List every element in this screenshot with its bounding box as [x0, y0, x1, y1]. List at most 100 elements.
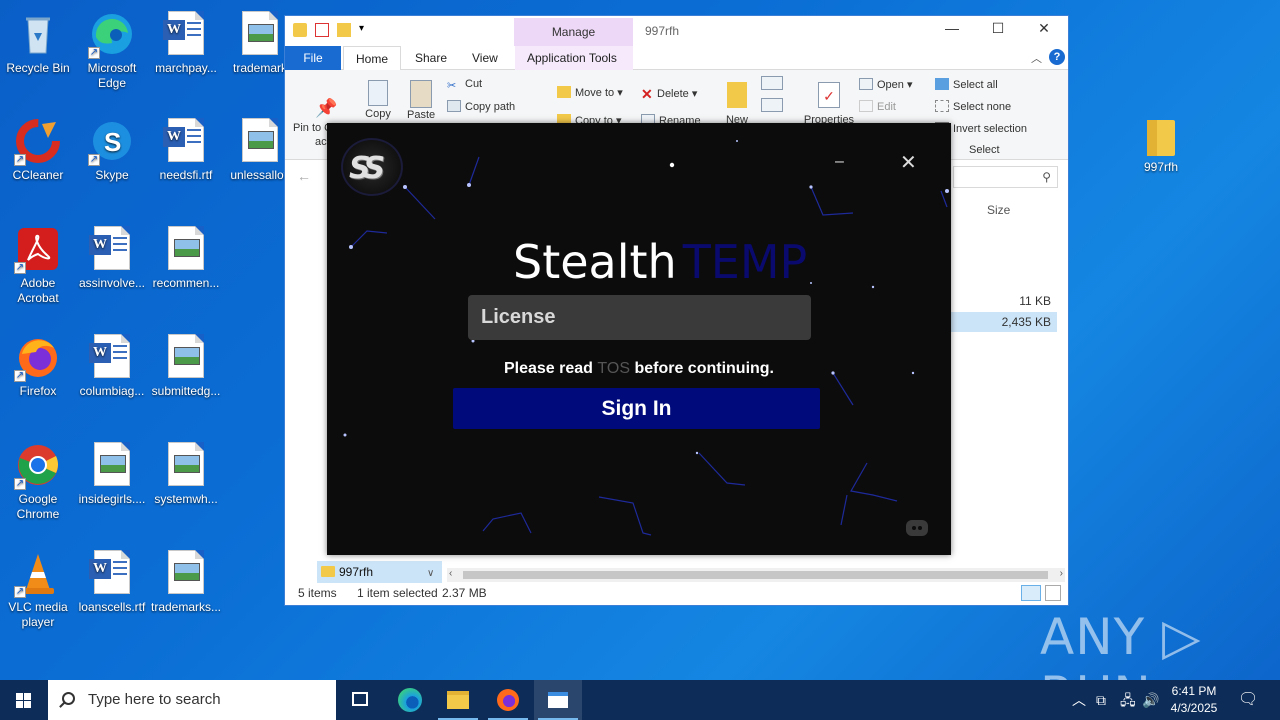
desktop-icon-columbiag[interactable]: W columbiag...: [74, 328, 150, 399]
desktop-icon-assinvolve[interactable]: W assinvolve...: [74, 220, 150, 291]
scroll-left-icon[interactable]: ‹: [449, 568, 452, 579]
copy-path-button[interactable]: Copy path: [447, 100, 515, 113]
column-header-size[interactable]: Size: [987, 203, 1010, 217]
windows-start-button[interactable]: [0, 680, 48, 720]
new-folder-button[interactable]: New: [725, 82, 749, 126]
taskbar-clock[interactable]: 6:41 PM 4/3/2025: [1166, 683, 1222, 717]
details-view-icon[interactable]: [1021, 585, 1041, 601]
move-to-button[interactable]: Move to ▾: [557, 86, 623, 99]
desktop-icon-submittedg[interactable]: submittedg...: [148, 328, 224, 399]
dialog-minimize-button[interactable]: –: [835, 153, 844, 171]
window-title: 997rfh: [645, 24, 680, 38]
license-input[interactable]: License: [468, 295, 811, 340]
copy-path-label: Copy path: [465, 101, 516, 113]
copy-icon: [368, 80, 388, 106]
svg-text:S: S: [104, 127, 121, 157]
show-hidden-icons[interactable]: ︿: [1072, 680, 1086, 720]
desktop-icon-ccleaner[interactable]: ↗ CCleaner: [0, 112, 76, 183]
network-icon[interactable]: 🖧: [1120, 680, 1136, 720]
recycle-bin-icon: [16, 11, 60, 57]
logo-text: SS: [349, 151, 385, 186]
new-item-icon[interactable]: [761, 76, 783, 90]
task-view-button[interactable]: [336, 680, 384, 720]
tab-share[interactable]: Share: [403, 46, 459, 70]
desktop-icon-microsoft-edge[interactable]: ↗ Microsoft Edge: [74, 5, 150, 91]
desktop-icon-insidegirls[interactable]: insidegirls....: [74, 436, 150, 507]
select-all-label: Select all: [953, 79, 998, 91]
desktop-icon-997rfh-folder[interactable]: 997rfh: [1123, 112, 1199, 175]
desktop-icon-firefox[interactable]: ↗ Firefox: [0, 328, 76, 399]
folder-icon[interactable]: [293, 23, 307, 37]
properties-button[interactable]: ✓ Properties: [801, 82, 857, 126]
status-selected: 1 item selected: [357, 586, 438, 600]
edit-button[interactable]: Edit: [859, 100, 896, 113]
desktop-icon-label: assinvolve...: [78, 276, 146, 290]
desktop-icon-label: Firefox: [19, 384, 57, 398]
desktop-icon-label: recommen...: [152, 276, 220, 290]
chevron-down-icon[interactable]: ▾: [359, 23, 369, 37]
desktop-icon-loanscells[interactable]: W loanscells.rtf: [74, 544, 150, 615]
desktop-icon-systemwh[interactable]: systemwh...: [148, 436, 224, 507]
dialog-close-button[interactable]: ✕: [900, 153, 917, 173]
stealth-temp-dialog[interactable]: SS – ✕ Stealth TEMP License Please read T…: [327, 123, 951, 555]
paste-icon: [410, 80, 432, 108]
copy-button[interactable]: Copy: [365, 80, 391, 120]
select-all-icon: [935, 78, 949, 90]
search-box[interactable]: ⚲: [953, 166, 1058, 188]
tos-link[interactable]: TOS: [597, 360, 630, 377]
tab-file[interactable]: File: [285, 46, 341, 70]
notification-icon[interactable]: 🗨: [1238, 680, 1258, 720]
scrollbar-thumb[interactable]: [463, 571, 1048, 579]
file-size-selected[interactable]: 2,435 KB: [945, 312, 1057, 332]
horizontal-scrollbar[interactable]: ‹ ›: [447, 568, 1065, 582]
back-arrow-icon[interactable]: ←: [297, 168, 311, 184]
device-icon[interactable]: ⧉: [1096, 680, 1106, 720]
minimize-button[interactable]: —: [929, 20, 975, 36]
taskbar-edge-button[interactable]: [386, 680, 434, 720]
desktop-icon-needsfi[interactable]: W needsfi.rtf: [148, 112, 224, 183]
taskbar-firefox-button[interactable]: [484, 680, 532, 720]
chevron-down-icon[interactable]: ∨: [427, 568, 434, 579]
taskbar-explorer-button[interactable]: [434, 680, 482, 720]
properties-icon[interactable]: [315, 23, 329, 37]
open-button[interactable]: Open ▾: [859, 78, 913, 91]
paste-button[interactable]: Paste: [407, 80, 435, 121]
new-folder-icon[interactable]: [337, 23, 351, 37]
taskbar-search-placeholder: Type here to search: [88, 691, 221, 708]
delete-button[interactable]: ✕ Delete ▾: [641, 86, 697, 102]
tab-application-tools[interactable]: Application Tools: [515, 46, 633, 70]
desktop-icon-marchpay[interactable]: W marchpay...: [148, 5, 224, 76]
image-document-icon: [238, 11, 282, 57]
desktop-icon-skype[interactable]: S ↗ Skype: [74, 112, 150, 183]
desktop-icon-trademarks[interactable]: trademarks...: [148, 544, 224, 615]
desktop-icon-recycle-bin[interactable]: Recycle Bin: [0, 5, 76, 76]
volume-icon[interactable]: 🔊: [1142, 680, 1159, 720]
maximize-button[interactable]: ☐: [975, 20, 1021, 37]
desktop-icon-google-chrome[interactable]: ↗ Google Chrome: [0, 436, 76, 522]
easy-access-icon[interactable]: [761, 98, 783, 112]
select-none-button[interactable]: Select none: [935, 100, 1011, 113]
taskbar-search-box[interactable]: Type here to search: [48, 680, 336, 720]
folder-arrow-icon: [557, 86, 571, 98]
tab-manage[interactable]: Manage: [514, 18, 633, 46]
nav-pane-item-997rfh[interactable]: 997rfh: [317, 561, 442, 583]
close-button[interactable]: ✕: [1021, 20, 1067, 37]
large-icons-view-icon[interactable]: [1045, 585, 1061, 601]
select-all-button[interactable]: Select all: [935, 78, 998, 91]
chrome-icon: ↗: [14, 442, 60, 490]
tab-home[interactable]: Home: [343, 46, 402, 70]
chevron-up-icon[interactable]: ︿: [1031, 50, 1042, 66]
shortcut-arrow-icon: ↗: [88, 154, 100, 166]
explorer-titlebar[interactable]: ▾ Manage 997rfh — ☐ ✕: [285, 16, 1068, 46]
desktop-icon-recommen[interactable]: recommen...: [148, 220, 224, 291]
desktop-icon-adobe-acrobat[interactable]: ↗ Adobe Acrobat: [0, 220, 76, 306]
pin-quick-access-button[interactable]: 📌 Pin to Quick acce: [293, 98, 355, 148]
discord-icon[interactable]: [906, 520, 928, 536]
help-icon[interactable]: ?: [1049, 49, 1065, 65]
taskbar-app-button[interactable]: [534, 680, 582, 720]
desktop-icon-vlc[interactable]: ↗ VLC media player: [0, 544, 76, 630]
scroll-right-icon[interactable]: ›: [1060, 568, 1063, 579]
tab-view[interactable]: View: [460, 46, 510, 70]
cut-button[interactable]: ✂ Cut: [447, 78, 482, 92]
sign-in-button[interactable]: Sign In: [453, 388, 820, 429]
